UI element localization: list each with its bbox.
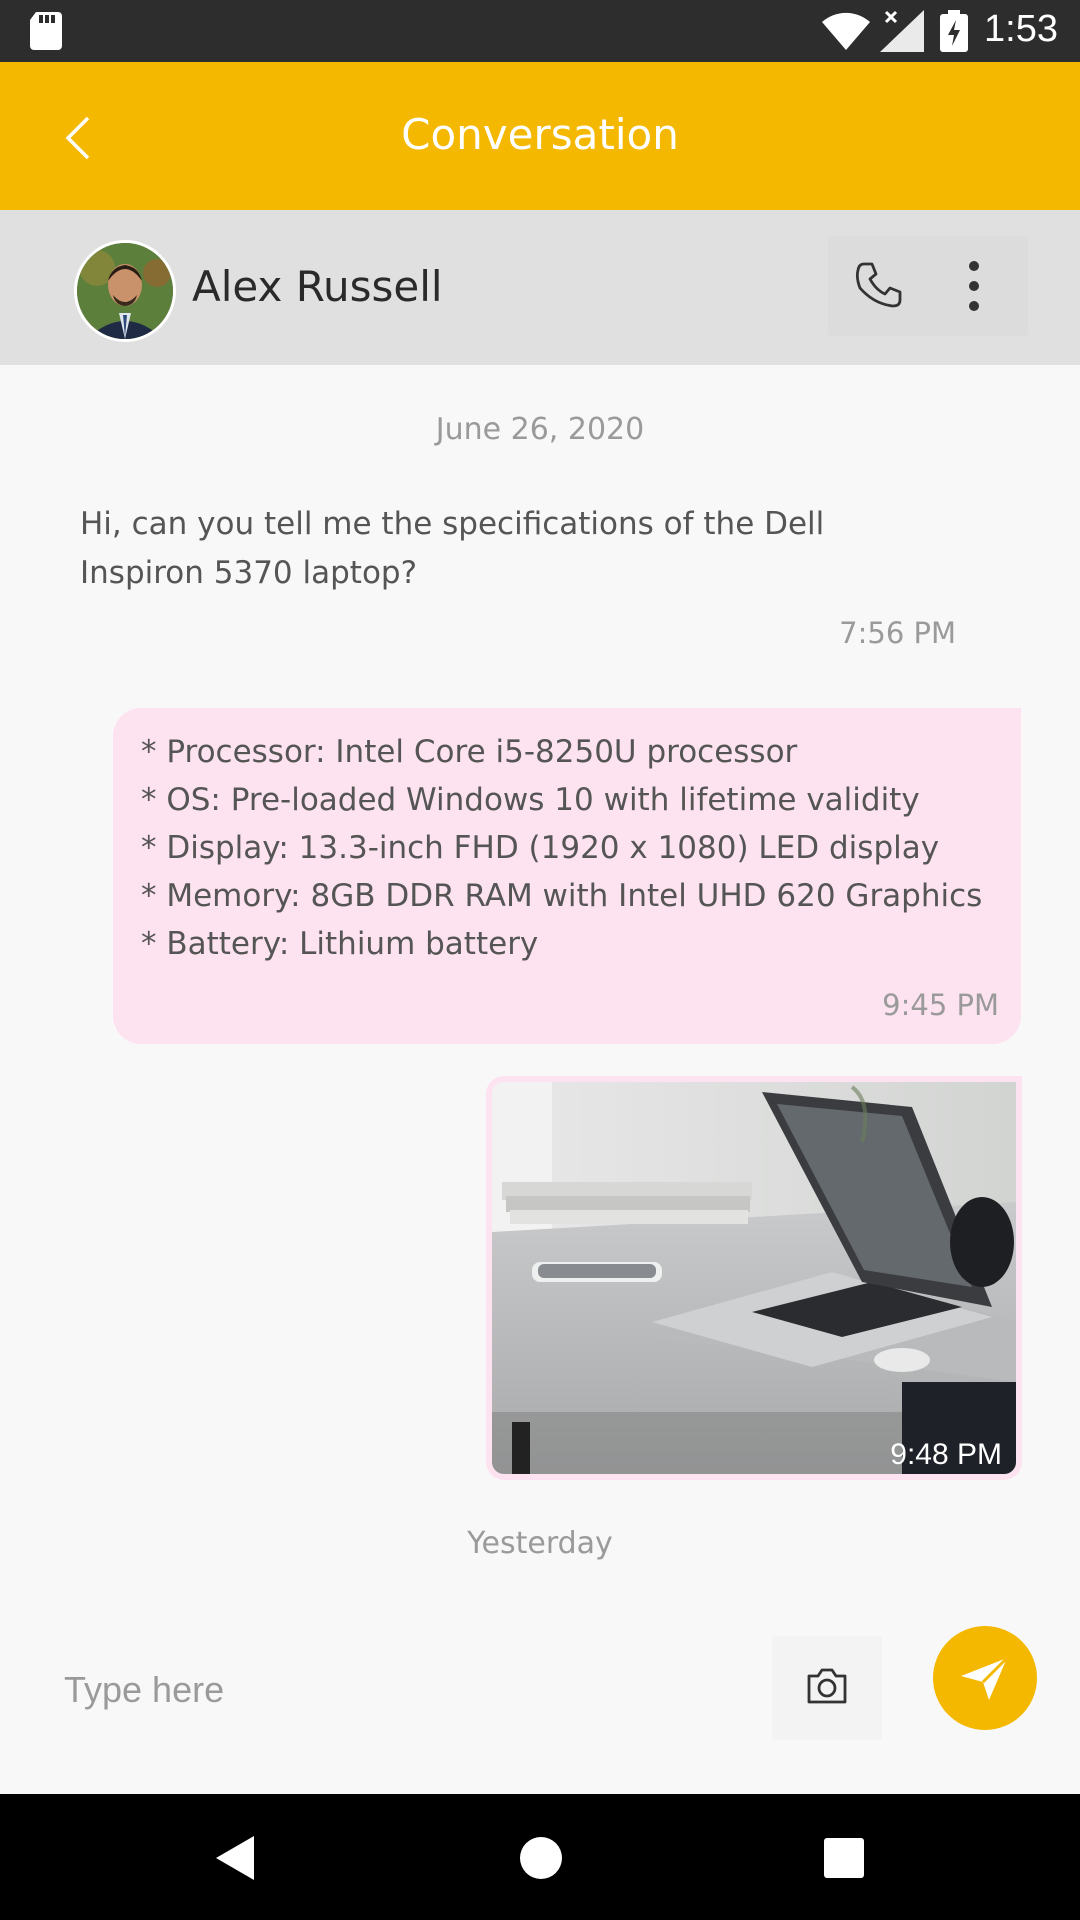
spec-line: * Battery: Lithium battery: [141, 926, 539, 962]
message-input[interactable]: [62, 1654, 746, 1726]
laptop-photo-image: [492, 1082, 1016, 1474]
contact-name: Alex Russell: [192, 262, 443, 311]
nav-home-icon[interactable]: [519, 1836, 563, 1880]
date-separator: June 26, 2020: [435, 412, 645, 447]
more-options-button[interactable]: [954, 256, 994, 316]
nav-back-icon[interactable]: [214, 1834, 256, 1882]
contact-header: Alex Russell: [0, 210, 1080, 365]
camera-button[interactable]: [772, 1636, 882, 1740]
app-bar: Conversation: [0, 62, 1080, 210]
image-message-time: 9:48 PM: [890, 1438, 1002, 1471]
page-title: Conversation: [401, 110, 679, 159]
date-separator: Yesterday: [467, 1526, 613, 1561]
sd-card-icon: [30, 12, 62, 50]
outgoing-message-bubble[interactable]: * Processor: Intel Core i5-8250U process…: [113, 708, 1021, 1044]
status-bar: 1:53: [0, 0, 1080, 62]
spec-line: * Memory: 8GB DDR RAM with Intel UHD 620…: [141, 878, 983, 914]
incoming-message-text: Hi, can you tell me the specifications o…: [80, 506, 825, 591]
nav-recents-icon[interactable]: [824, 1838, 864, 1878]
signal-icon: [880, 10, 924, 52]
send-icon: [961, 1656, 1009, 1700]
outgoing-image-bubble[interactable]: 9:48 PM: [486, 1076, 1022, 1480]
navigation-bar: [0, 1794, 1080, 1920]
more-vertical-icon: [969, 261, 979, 311]
laptop-photo[interactable]: [492, 1082, 1016, 1474]
avatar[interactable]: [74, 240, 176, 342]
avatar-image: [77, 243, 173, 339]
status-time: 1:53: [984, 8, 1058, 50]
spec-list: * Processor: Intel Core i5-8250U process…: [141, 728, 982, 968]
spec-line: * Processor: Intel Core i5-8250U process…: [141, 734, 798, 770]
spec-line: * OS: Pre-loaded Windows 10 with lifetim…: [141, 782, 920, 818]
wifi-icon: [822, 12, 870, 50]
contact-actions: [828, 236, 1028, 336]
phone-icon: [855, 262, 902, 308]
battery-icon: [940, 10, 968, 52]
incoming-message-time: 7:56 PM: [839, 616, 956, 650]
spec-line: * Display: 13.3-inch FHD (1920 x 1080) L…: [141, 830, 940, 866]
outgoing-message-time: 9:45 PM: [882, 988, 999, 1022]
composer: [0, 1610, 1080, 1794]
camera-icon: [807, 1668, 847, 1704]
send-button[interactable]: [933, 1626, 1037, 1730]
call-button[interactable]: [850, 258, 906, 314]
